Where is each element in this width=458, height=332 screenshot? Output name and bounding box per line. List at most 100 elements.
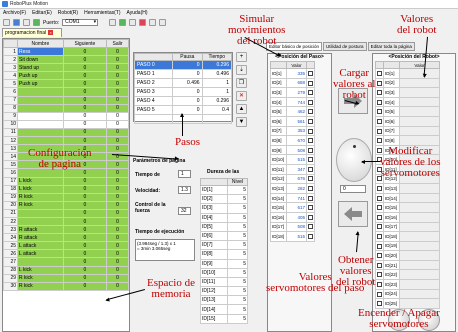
robot-checkbox[interactable]: [375, 269, 384, 281]
row-name[interactable]: [17, 95, 64, 105]
dureza-row[interactable]: ID[3] 5: [200, 203, 249, 214]
servo-checkbox[interactable]: [306, 202, 315, 213]
stop-icon[interactable]: [139, 19, 147, 26]
dureza-level[interactable]: 5: [226, 240, 249, 251]
table-row[interactable]: 11 0 0: [3, 127, 129, 138]
servo-value[interactable]: 335: [286, 68, 307, 79]
document-tab[interactable]: programacion final ×: [2, 28, 62, 37]
row-name[interactable]: [17, 208, 64, 218]
row-name[interactable]: L attack: [17, 241, 64, 251]
row-next[interactable]: 0: [62, 71, 108, 81]
row-next[interactable]: 0: [62, 273, 108, 283]
row-exit[interactable]: 0: [106, 168, 129, 178]
servo-row[interactable]: ID[14] 741: [270, 192, 315, 204]
row-exit[interactable]: 0: [106, 208, 129, 218]
servo-row[interactable]: ID[11] 347: [270, 163, 315, 175]
row-next[interactable]: 0: [62, 192, 108, 202]
row-exit[interactable]: 0: [106, 233, 129, 243]
servo-value[interactable]: 508: [286, 144, 307, 156]
robot-checkbox[interactable]: [375, 192, 384, 204]
row-exit[interactable]: 0: [106, 184, 129, 194]
row-name[interactable]: L attack: [17, 249, 64, 259]
robot-checkbox[interactable]: [375, 211, 384, 223]
servo-value[interactable]: 508: [286, 221, 307, 233]
robot-row[interactable]: ID[22]: [375, 269, 440, 281]
servo-row[interactable]: ID[16] 405: [270, 211, 315, 223]
servo-checkbox[interactable]: [306, 144, 315, 156]
row-name[interactable]: R kick: [17, 192, 64, 202]
row-next[interactable]: 0: [62, 111, 108, 121]
row-name[interactable]: Stand up: [17, 63, 64, 73]
dureza-level[interactable]: 5: [226, 295, 249, 306]
table-row[interactable]: 22 0 0: [3, 216, 129, 227]
servo-value[interactable]: 515: [286, 231, 307, 242]
move-up-icon[interactable]: ▲: [236, 104, 247, 114]
paso-row[interactable]: PASO 0 0 0.296: [133, 60, 233, 70]
row-next[interactable]: 0: [62, 233, 108, 243]
tiempo-input[interactable]: 1: [178, 170, 191, 178]
servo-checkbox[interactable]: [306, 125, 315, 137]
paso-time[interactable]: 1: [201, 78, 233, 88]
step-icon[interactable]: [149, 19, 157, 26]
servo-checkbox[interactable]: [306, 106, 315, 117]
robot-row[interactable]: ID[18]: [375, 231, 440, 242]
servo-checkbox[interactable]: [306, 115, 315, 127]
table-row[interactable]: 6 00: [3, 87, 129, 97]
servo-checkbox[interactable]: [306, 192, 315, 204]
servo-value[interactable]: 561: [286, 115, 307, 127]
copy-step-icon[interactable]: ❐: [236, 78, 247, 88]
row-name[interactable]: R kick: [17, 281, 64, 291]
row-exit[interactable]: 0: [106, 79, 129, 89]
robot-row[interactable]: ID[13]: [375, 183, 440, 194]
paso-time[interactable]: 0.496: [201, 69, 233, 79]
robot-checkbox[interactable]: [375, 68, 384, 79]
robot-row[interactable]: ID[14]: [375, 192, 440, 204]
paso-name[interactable]: PASO 2: [133, 78, 174, 88]
row-exit[interactable]: 0: [106, 216, 129, 227]
table-row[interactable]: 30 R kick 0 0: [3, 281, 129, 291]
robot-row[interactable]: ID[16]: [375, 211, 440, 223]
row-name[interactable]: [17, 136, 64, 146]
paso-pause[interactable]: 0: [172, 87, 203, 97]
paso-time[interactable]: [201, 114, 233, 124]
servo-checkbox[interactable]: [306, 96, 315, 108]
paso-row[interactable]: PASO 4 0 0.296: [133, 96, 233, 106]
servo-value[interactable]: 405: [286, 211, 307, 223]
dureza-row[interactable]: ID[1] 5: [200, 184, 249, 196]
dureza-row[interactable]: ID[9] 5: [200, 258, 249, 269]
robot-checkbox[interactable]: [375, 231, 384, 242]
servo-row[interactable]: ID[1] 335: [270, 68, 315, 79]
servo-checkbox[interactable]: [306, 77, 315, 89]
dureza-level[interactable]: 5: [226, 276, 249, 288]
dureza-row[interactable]: ID[4] 5: [200, 212, 249, 223]
robot-row[interactable]: ID[23]: [375, 279, 440, 290]
table-row[interactable]: 27 0 0: [3, 257, 129, 267]
robot-checkbox[interactable]: [375, 77, 384, 89]
paso-pause[interactable]: 0: [172, 60, 203, 70]
servo-checkbox[interactable]: [306, 68, 315, 79]
servo-value[interactable]: 688: [286, 77, 307, 89]
row-name[interactable]: Ress: [17, 46, 64, 57]
row-exit[interactable]: 0: [106, 119, 129, 129]
row-next[interactable]: 0: [62, 55, 108, 65]
row-exit[interactable]: 0: [106, 265, 129, 275]
robot-row[interactable]: ID[1]: [375, 68, 440, 79]
paso-time[interactable]: 1: [201, 87, 233, 97]
servo-value[interactable]: 353: [286, 125, 307, 137]
row-exit[interactable]: 0: [106, 87, 129, 97]
servo-row[interactable]: ID[18] 515: [270, 231, 315, 242]
row-next[interactable]: 0: [62, 176, 108, 186]
table-row[interactable]: 17 L kick 0 0: [3, 176, 129, 186]
dureza-row[interactable]: ID[5] 5: [200, 221, 249, 232]
play-icon[interactable]: [129, 19, 137, 26]
servo-row[interactable]: ID[13] 282: [270, 183, 315, 194]
row-next[interactable]: 0: [62, 87, 108, 97]
table-row[interactable]: 20 R kick 0 0: [3, 200, 129, 210]
row-next[interactable]: 0: [62, 79, 108, 89]
robot-checkbox[interactable]: [375, 240, 384, 252]
row-name[interactable]: L kick: [17, 184, 64, 194]
servo-checkbox[interactable]: [306, 231, 315, 242]
robot-row[interactable]: ID[19]: [375, 240, 440, 252]
row-next[interactable]: 0: [62, 257, 108, 267]
row-name[interactable]: [17, 257, 64, 267]
